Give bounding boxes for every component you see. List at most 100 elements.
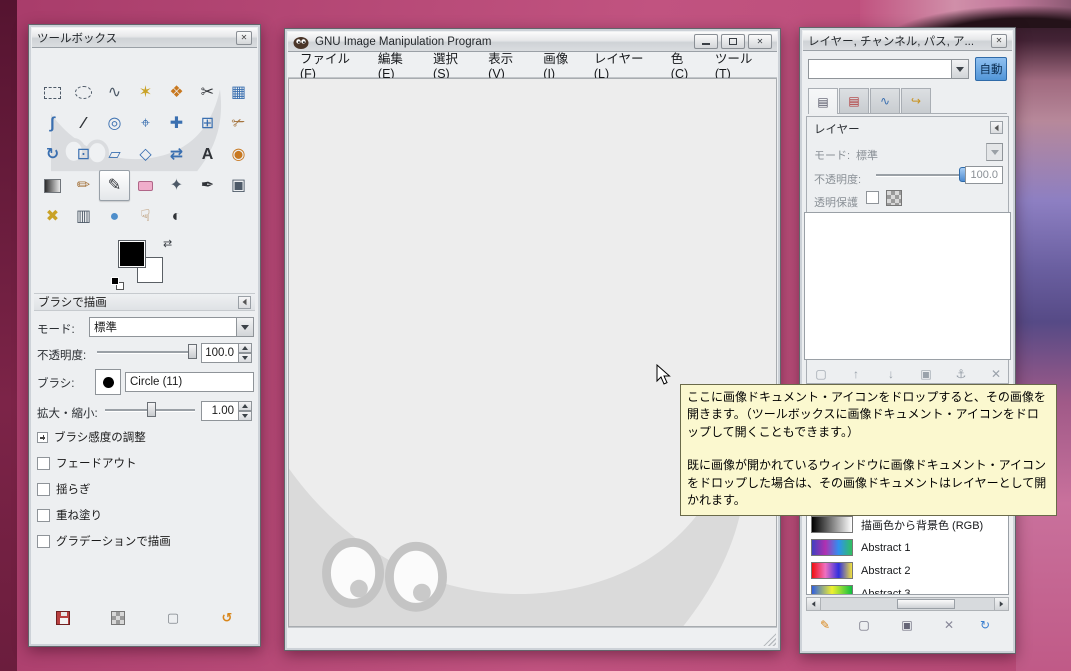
paintbrush-tool[interactable]: ✎ [99, 170, 130, 201]
jitter-checkbox[interactable] [37, 482, 50, 496]
layers-list[interactable] [804, 212, 1011, 360]
scale-slider-handle[interactable] [147, 402, 156, 417]
scale-spin-buttons[interactable] [239, 401, 252, 421]
scale-spinner[interactable]: 1.00 [201, 401, 252, 421]
fade-out-option[interactable]: フェードアウト [37, 455, 137, 471]
incremental-option[interactable]: 重ね塗り [37, 507, 102, 523]
select-by-color-tool[interactable]: ❖ [161, 77, 192, 108]
perspective-clone-tool[interactable]: ▥ [68, 201, 99, 232]
new-layer-button[interactable]: ▢ [812, 365, 830, 383]
resize-grip[interactable] [763, 633, 776, 646]
jitter-option[interactable]: 揺らぎ [37, 481, 91, 497]
rect-select-tool[interactable] [37, 77, 68, 108]
lower-layer-button[interactable]: ↓ [882, 365, 900, 383]
tab-paths[interactable]: ∿ [870, 88, 900, 113]
move-tool[interactable]: ✚ [161, 108, 192, 139]
raise-layer-button[interactable]: ↑ [847, 365, 865, 383]
tab-channels[interactable]: ▤ [839, 88, 869, 113]
lock-alpha-checkbox[interactable] [866, 191, 879, 204]
color-picker-tool[interactable]: ∕ [68, 108, 99, 139]
restore-tool-options-button[interactable] [110, 610, 126, 626]
scroll-left-button[interactable] [807, 598, 821, 610]
scale-slider[interactable] [105, 401, 195, 419]
text-tool[interactable]: A [192, 139, 223, 170]
blend-tool[interactable] [37, 170, 68, 201]
delete-tool-options-button[interactable]: ▢ [165, 610, 181, 626]
mode-dropdown-button[interactable] [237, 317, 254, 337]
image-dropdown-button[interactable] [952, 59, 969, 79]
fade-out-checkbox[interactable] [37, 456, 50, 470]
delete-layer-button[interactable]: ✕ [987, 365, 1005, 383]
foreground-color-swatch[interactable] [119, 241, 145, 267]
gradients-hscrollbar[interactable] [806, 597, 1009, 611]
clone-tool[interactable]: ▣ [223, 170, 254, 201]
duplicate-layer-button[interactable]: ▣ [917, 365, 935, 383]
rotate-tool[interactable]: ↻ [37, 139, 68, 170]
foreground-select-tool[interactable]: ▦ [223, 77, 254, 108]
align-tool[interactable]: ⊞ [192, 108, 223, 139]
layers-close-button[interactable]: ✕ [991, 33, 1007, 48]
toolbox-close-button[interactable]: ✕ [236, 30, 252, 45]
ellipse-select-tool[interactable] [68, 77, 99, 108]
gradient-row-fg-to-bg[interactable]: 描画色から背景色 (RGB) [807, 513, 1008, 536]
layer-opacity-slider[interactable] [876, 166, 968, 184]
brush-name-field[interactable]: Circle (11) [125, 372, 254, 392]
free-select-tool[interactable]: ∿ [99, 77, 130, 108]
heal-tool[interactable]: ✖ [37, 201, 68, 232]
use-gradient-checkbox[interactable] [37, 534, 50, 548]
opacity-slider-handle[interactable] [188, 344, 197, 359]
scroll-right-button[interactable] [994, 598, 1008, 610]
scissors-select-tool[interactable]: ✂ [192, 77, 223, 108]
opacity-spinner[interactable]: 100.0 [201, 343, 252, 363]
fuzzy-select-tool[interactable]: ✶ [130, 77, 161, 108]
tool-options-collapse-button[interactable] [238, 295, 251, 309]
gradient-row-abstract-1[interactable]: Abstract 1 [807, 536, 1008, 559]
edit-gradient-button[interactable]: ✎ [816, 616, 834, 634]
measure-tool[interactable]: ⌖ [130, 108, 161, 139]
paths-tool[interactable]: ∫ [37, 108, 68, 139]
spin-up-button[interactable] [239, 343, 252, 353]
mode-combobox[interactable]: 標準 [89, 317, 254, 337]
tab-document-history[interactable]: ↪ [901, 88, 931, 113]
anchor-layer-button[interactable]: ⚓ [952, 365, 970, 383]
blur-sharpen-tool[interactable]: ● [99, 201, 130, 232]
spin-down-button[interactable] [239, 353, 252, 363]
zoom-tool[interactable]: ◎ [99, 108, 130, 139]
brush-sensitivity-expander[interactable]: ブラシ感度の調整 [37, 429, 146, 445]
new-gradient-button[interactable]: ▢ [855, 616, 873, 634]
brush-preview-button[interactable] [95, 369, 121, 395]
reset-tool-options-button[interactable]: ↺ [219, 610, 235, 626]
auto-follow-button[interactable]: 自動 [975, 57, 1007, 81]
smudge-tool[interactable]: ☟ [130, 201, 161, 232]
shear-tool[interactable]: ▱ [99, 139, 130, 170]
scale-tool[interactable]: ⊡ [68, 139, 99, 170]
image-combobox[interactable] [808, 59, 969, 79]
swap-colors-icon[interactable]: ⇄ [163, 237, 172, 250]
duplicate-gradient-button[interactable]: ▣ [898, 616, 916, 634]
spin-down-button[interactable] [239, 411, 252, 421]
tab-layers[interactable]: ▤ [808, 88, 838, 114]
gradient-row-abstract-3[interactable]: Abstract 3 [807, 582, 1008, 594]
layers-menu-button[interactable] [990, 121, 1003, 134]
scroll-thumb[interactable] [897, 599, 955, 609]
ink-tool[interactable]: ✒ [192, 170, 223, 201]
crop-tool[interactable]: ✃ [223, 108, 254, 139]
gradient-row-abstract-2[interactable]: Abstract 2 [807, 559, 1008, 582]
save-tool-options-button[interactable] [55, 610, 71, 626]
pencil-tool[interactable]: ✏ [68, 170, 99, 201]
refresh-gradients-button[interactable]: ↻ [976, 616, 994, 634]
airbrush-tool[interactable]: ✦ [161, 170, 192, 201]
dodge-burn-tool[interactable]: ◐ [161, 201, 192, 232]
layer-mode-dropdown-button[interactable] [986, 143, 1003, 161]
layers-titlebar[interactable]: レイヤー, チャンネル, パス, ア... ✕ [803, 31, 1012, 51]
default-colors-icon[interactable] [111, 277, 127, 291]
opacity-spin-buttons[interactable] [239, 343, 252, 363]
perspective-tool[interactable]: ◇ [130, 139, 161, 170]
empty-image-canvas[interactable] [288, 78, 777, 627]
scroll-track[interactable] [821, 598, 994, 610]
bucket-fill-tool[interactable]: ◉ [223, 139, 254, 170]
toolbox-titlebar[interactable]: ツールボックス ✕ [32, 28, 257, 48]
incremental-checkbox[interactable] [37, 508, 50, 522]
spin-up-button[interactable] [239, 401, 252, 411]
delete-gradient-button[interactable]: ✕ [940, 616, 958, 634]
